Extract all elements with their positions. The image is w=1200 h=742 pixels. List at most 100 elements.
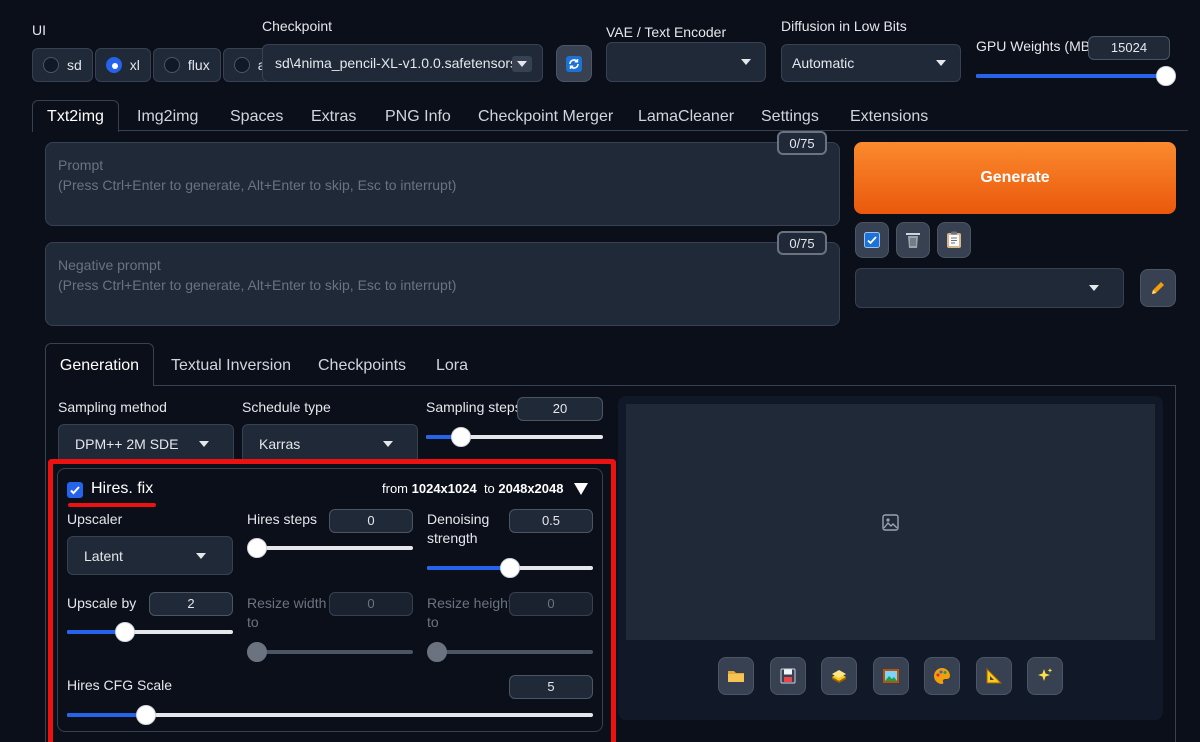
hires-cfg-input[interactable]: 5: [509, 675, 593, 699]
slider-thumb[interactable]: [247, 538, 267, 558]
slider-fill: [67, 713, 146, 717]
sampling-steps-slider[interactable]: [426, 427, 603, 447]
resize-width-label-line1: Resize width: [247, 595, 327, 611]
slider-thumb[interactable]: [247, 642, 267, 662]
paste-button[interactable]: [937, 222, 971, 258]
upscale-by-label: Upscale by: [67, 595, 137, 611]
slider-thumb[interactable]: [451, 427, 472, 447]
resize-width-slider[interactable]: [247, 642, 413, 662]
upscale-by-slider[interactable]: [67, 622, 233, 642]
subtab-lora[interactable]: Lora: [436, 357, 468, 375]
edit-styles-button[interactable]: [1140, 269, 1176, 307]
resize-width-label-line2: to: [247, 614, 259, 630]
ui-radio-label: flux: [187, 57, 210, 73]
tab-png-info[interactable]: PNG Info: [385, 108, 451, 126]
resize-height-label-line1: Resize height: [427, 595, 512, 611]
slider-thumb[interactable]: [135, 705, 156, 725]
subtab-bar: [45, 385, 1176, 386]
resize-height-label-line2: to: [427, 614, 439, 630]
tab-settings[interactable]: Settings: [761, 108, 819, 126]
refresh-icon: [566, 55, 582, 72]
send-to-img2img-button[interactable]: [873, 657, 909, 695]
clear-prompt-button[interactable]: [896, 222, 930, 258]
negative-prompt-placeholder: Negative prompt (Press Ctrl+Enter to gen…: [58, 257, 457, 293]
hires-steps-input[interactable]: 0: [329, 509, 413, 533]
upscaler-dropdown[interactable]: Latent: [67, 536, 233, 575]
prompt-textarea[interactable]: Prompt (Press Ctrl+Enter to generate, Al…: [45, 142, 840, 226]
slider-thumb[interactable]: [115, 622, 136, 642]
checkpoint-value: sd\4nima_pencil-XL-v1.0.0.safetensors: [275, 55, 518, 71]
subtab-generation[interactable]: Generation: [45, 343, 154, 386]
tab-extensions[interactable]: Extensions: [850, 108, 928, 126]
checkmark-icon: [70, 486, 80, 495]
hires-underline-annotation: [68, 503, 156, 507]
to-word: to: [483, 481, 495, 496]
hires-steps-slider[interactable]: [247, 538, 413, 558]
resize-height-slider[interactable]: [427, 642, 593, 662]
checkpoint-dropdown[interactable]: sd\4nima_pencil-XL-v1.0.0.safetensors: [262, 44, 543, 82]
from-word: from: [382, 481, 408, 496]
generate-button[interactable]: Generate: [854, 142, 1176, 214]
upscaler-label: Upscaler: [67, 511, 123, 527]
vae-dropdown[interactable]: [606, 42, 766, 82]
denoising-label-line2: strength: [427, 530, 478, 546]
checkpoint-label: Checkpoint: [262, 18, 333, 34]
tab-txt2img[interactable]: Txt2img: [32, 100, 119, 132]
slider-thumb[interactable]: [427, 642, 447, 662]
schedule-type-value: Karras: [259, 436, 301, 452]
negative-prompt-textarea[interactable]: Negative prompt (Press Ctrl+Enter to gen…: [45, 242, 840, 326]
tab-checkpoint-merger[interactable]: Checkpoint Merger: [478, 108, 613, 126]
upscaler-value: Latent: [84, 547, 123, 564]
chevron-down-icon: [383, 441, 393, 447]
hires-resolution-info: from 1024x1024 to 2048x2048: [382, 481, 563, 496]
slider-thumb[interactable]: [1156, 66, 1177, 86]
tab-img2img[interactable]: Img2img: [137, 108, 198, 126]
gpu-weights-label: GPU Weights (MB): [976, 38, 1095, 54]
schedule-type-dropdown[interactable]: Karras: [242, 424, 418, 464]
subtab-checkpoints[interactable]: Checkpoints: [318, 357, 406, 375]
save-zip-button[interactable]: [821, 657, 857, 695]
radio-selected-icon: [105, 57, 122, 73]
hires-fix-checkbox[interactable]: [67, 482, 83, 498]
open-folder-button[interactable]: [718, 657, 754, 695]
ui-radio-flux[interactable]: flux: [152, 48, 221, 82]
toggle-check-button[interactable]: [855, 222, 889, 258]
dropdown-caret-icon: [512, 56, 532, 72]
sampling-steps-label: Sampling steps: [426, 399, 522, 415]
hires-steps-label: Hires steps: [247, 511, 318, 527]
schedule-type-label: Schedule type: [242, 399, 331, 415]
gpu-weights-slider[interactable]: [976, 66, 1177, 86]
subtab-textual-inversion[interactable]: Textual Inversion: [171, 357, 291, 375]
checkbox-icon: [864, 232, 880, 248]
sampling-steps-input[interactable]: 20: [517, 397, 603, 421]
styles-dropdown[interactable]: [855, 268, 1124, 308]
chevron-down-icon: [741, 59, 751, 65]
diffusion-dropdown[interactable]: Automatic: [781, 44, 961, 82]
hires-fix-title: Hires. fix: [91, 480, 154, 497]
sampling-method-dropdown[interactable]: DPM++ 2M SDE: [58, 424, 234, 464]
generation-panel-border: [45, 386, 46, 742]
ui-radio-xl[interactable]: xl: [94, 48, 151, 82]
radio-circle-icon: [163, 57, 180, 73]
resize-width-input[interactable]: 0: [329, 592, 413, 616]
slider-thumb[interactable]: [500, 558, 520, 578]
ui-radio-sd[interactable]: sd: [32, 48, 93, 82]
send-to-inpaint-button[interactable]: [924, 657, 960, 695]
denoising-strength-input[interactable]: 0.5: [509, 509, 593, 533]
image-placeholder-icon: [882, 514, 899, 534]
floppy-disk-icon: [780, 668, 796, 684]
refresh-button[interactable]: [556, 45, 592, 82]
upscale-by-input[interactable]: 2: [149, 592, 233, 616]
sparkles-button[interactable]: [1027, 657, 1063, 695]
collapse-triangle-icon[interactable]: [574, 483, 588, 495]
save-button[interactable]: [770, 657, 806, 695]
tab-spaces[interactable]: Spaces: [230, 108, 283, 126]
tab-extras[interactable]: Extras: [311, 108, 356, 126]
tab-lamacleaner[interactable]: LamaCleaner: [638, 108, 734, 126]
gpu-weights-input[interactable]: 15024: [1088, 36, 1170, 60]
denoising-strength-slider[interactable]: [427, 558, 593, 578]
resize-height-input[interactable]: 0: [509, 592, 593, 616]
hires-cfg-slider[interactable]: [67, 705, 593, 725]
pencil-icon: [1152, 282, 1164, 294]
send-to-extras-button[interactable]: [976, 657, 1012, 695]
